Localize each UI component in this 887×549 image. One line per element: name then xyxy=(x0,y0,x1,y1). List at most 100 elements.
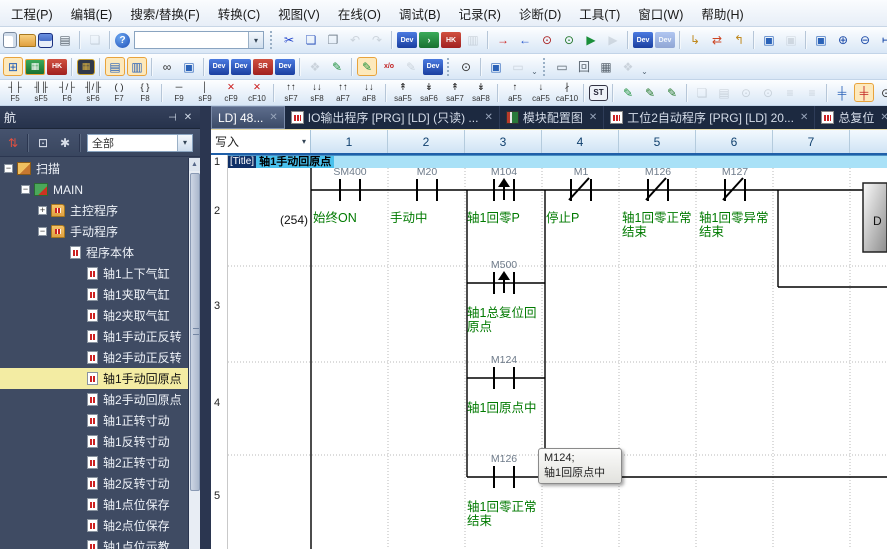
settings-gear-icon[interactable]: ✱ xyxy=(55,133,75,152)
edit-coil-icon[interactable]: ✎ xyxy=(662,83,682,102)
ladder-symbol-F9-button[interactable]: ─F9 xyxy=(166,81,192,104)
ladder-contact-SM400[interactable]: SM400 xyxy=(333,166,366,201)
tree-expander-icon[interactable]: + xyxy=(38,206,47,215)
monitor-watch-stop-icon[interactable]: ⊙ xyxy=(559,31,579,50)
ladder-block-icon[interactable]: ❏ xyxy=(692,83,712,102)
print-icon[interactable]: ▤ xyxy=(55,31,75,50)
tree-filter-combo[interactable]: 全部▾ xyxy=(87,134,193,152)
project-revision-icon[interactable]: ❏ xyxy=(85,31,105,50)
tree-expander-icon[interactable]: − xyxy=(21,185,30,194)
menu-item[interactable]: 诊断(D) xyxy=(510,0,570,27)
delete-row-icon[interactable]: ≡ xyxy=(802,83,822,102)
statement-back-icon[interactable]: ↰ xyxy=(729,31,749,50)
toolbox-user-icon[interactable]: ❖ xyxy=(618,57,638,76)
copy-icon[interactable]: ❏ xyxy=(301,31,321,50)
tree-item[interactable]: + 主控程序 xyxy=(0,200,188,221)
ladder-contact-M126[interactable]: M126 xyxy=(645,166,671,201)
redo-icon[interactable]: ↷ xyxy=(367,31,387,50)
ladder-symbol-aF8-button[interactable]: ↓↓aF8 xyxy=(356,81,382,104)
sort-filter-icon[interactable]: ⇅ xyxy=(3,133,23,152)
toolbox-grid-icon[interactable]: ▦ xyxy=(596,57,616,76)
monitor-mode-icon[interactable]: ▶ xyxy=(581,31,601,50)
ladder-symbol-cF9-button[interactable]: ✕cF9 xyxy=(218,81,244,104)
tree-item[interactable]: 程序本体 xyxy=(0,242,188,263)
tree-item[interactable]: 轴1上下气缸 xyxy=(0,263,188,284)
menu-item[interactable]: 工程(P) xyxy=(2,0,62,27)
ladder-symbol-sF6-button[interactable]: ╢/╟sF6 xyxy=(80,81,106,104)
view-statement-icon[interactable]: ▥ xyxy=(127,57,147,76)
tab-close-icon[interactable]: ✕ xyxy=(880,112,887,123)
tree-item[interactable]: 轴1手动回原点 xyxy=(0,368,188,389)
device-skip-icon[interactable]: Dev xyxy=(423,59,443,75)
menu-item[interactable]: 工具(T) xyxy=(570,0,629,27)
find-replace-window-icon[interactable]: ▣ xyxy=(179,57,199,76)
rung-title-row[interactable]: [Title] 轴1手动回原点 xyxy=(228,155,887,168)
ladder-symbol-cF10-button[interactable]: ✕cF10 xyxy=(244,81,270,104)
open-project-icon[interactable] xyxy=(19,34,36,47)
tree-item[interactable]: 轴2反转寸动 xyxy=(0,473,188,494)
tab-close-icon[interactable]: ✕ xyxy=(589,112,597,123)
ladder-symbol-sF7-button[interactable]: ↑↑sF7 xyxy=(278,81,304,104)
ladder-symbol-caF5-button[interactable]: ↓caF5 xyxy=(528,81,554,104)
menu-item[interactable]: 调试(B) xyxy=(390,0,450,27)
edit-ladder-icon[interactable]: ✎ xyxy=(618,83,638,102)
chevron-down-icon[interactable]: ▾ xyxy=(248,32,263,48)
undo-icon[interactable]: ↶ xyxy=(345,31,365,50)
device-display-icon[interactable]: Dev xyxy=(209,59,229,75)
close-screen-icon[interactable]: ▣ xyxy=(781,31,801,50)
monitor-watch-icon[interactable]: ⊙ xyxy=(537,31,557,50)
ladder-symbol-F7-button[interactable]: ( )F7 xyxy=(106,81,132,104)
sampling-trace-icon[interactable]: ⇄ xyxy=(707,31,727,50)
edit-contact-icon[interactable]: ✎ xyxy=(640,83,660,102)
toolbar-handle[interactable] xyxy=(447,58,452,76)
tab-close-icon[interactable]: ✕ xyxy=(800,112,808,123)
menu-item[interactable]: 帮助(H) xyxy=(692,0,752,27)
ladder-symbol-caF10-button[interactable]: ∤caF10 xyxy=(554,81,580,104)
connection-destination-icon[interactable]: HK xyxy=(47,59,67,75)
close-icon[interactable]: ✕ xyxy=(180,109,196,125)
menu-item[interactable]: 在线(O) xyxy=(329,0,390,27)
watch-edit-icon[interactable]: ✎ xyxy=(401,57,421,76)
new-project-icon[interactable] xyxy=(3,32,17,48)
tree-item[interactable]: − 手动程序 xyxy=(0,221,188,242)
tree-item[interactable]: 轴2夹取气缸 xyxy=(0,305,188,326)
chevron-down-icon[interactable]: ▾ xyxy=(177,135,192,151)
tree-item[interactable]: 轴1点位保存 xyxy=(0,494,188,515)
menu-item[interactable]: 窗口(W) xyxy=(629,0,692,27)
insert-row-icon[interactable]: ≡ xyxy=(780,83,800,102)
verify-with-plc-icon[interactable]: HK xyxy=(441,32,461,48)
document-tab[interactable]: 工位2自动程序 [PRG] [LD] 20... ✕ xyxy=(604,106,815,129)
tree-item[interactable]: 轴2手动回原点 xyxy=(0,389,188,410)
ladder-contact-M20[interactable]: M20 xyxy=(417,166,438,201)
ladder-symbol-sF9-button[interactable]: │sF9 xyxy=(192,81,218,104)
device-comment-icon[interactable]: Dev xyxy=(231,59,251,75)
menu-item[interactable]: 记录(R) xyxy=(450,0,510,27)
zoom-in-icon[interactable]: ⊕ xyxy=(833,31,853,50)
ladder-contact-M124[interactable]: M124 xyxy=(491,354,517,389)
document-tab[interactable]: LD] 48... ✕ xyxy=(211,106,285,129)
tree-item[interactable]: 轴1正转寸动 xyxy=(0,410,188,431)
pin-icon[interactable]: ⊤ xyxy=(164,109,180,125)
tab-close-icon[interactable]: ✕ xyxy=(269,112,277,123)
ladder-symbol-F8-button[interactable]: { }F8 xyxy=(132,81,158,104)
menu-item[interactable]: 编辑(E) xyxy=(62,0,122,27)
ladder-contact-M126[interactable]: M126 xyxy=(491,453,517,488)
ladder-mode-select[interactable]: 写入 ▾ xyxy=(211,130,311,153)
open-screen-icon[interactable]: ▣ xyxy=(759,31,779,50)
find-device-icon[interactable]: ⊙ xyxy=(876,83,887,102)
ladder-symbol-sF8-button[interactable]: ↓↓sF8 xyxy=(304,81,330,104)
tree-item[interactable]: 轴2手动正反转 xyxy=(0,347,188,368)
ladder-symbol-aF5-button[interactable]: ↑aF5 xyxy=(502,81,528,104)
ladder-symbol-sF5-button[interactable]: ╢╟sF5 xyxy=(28,81,54,104)
ladder-symbol-saF6-button[interactable]: ↡saF6 xyxy=(416,81,442,104)
zoom-out-icon[interactable]: ⊖ xyxy=(855,31,875,50)
ladder-symbol-saF7-button[interactable]: ↟saF7 xyxy=(442,81,468,104)
document-tab[interactable]: IO输出程序 [PRG] [LD] (只读) ... ✕ xyxy=(285,106,500,129)
statement-jump-icon[interactable]: ↳ xyxy=(685,31,705,50)
save-project-icon[interactable] xyxy=(38,33,53,48)
toolbar-handle[interactable] xyxy=(270,31,275,49)
expand-collapse-icon[interactable]: ⊡ xyxy=(33,133,53,152)
ladder-contact-M1[interactable]: M1 xyxy=(569,166,591,201)
device-find-icon[interactable]: ⊙ xyxy=(456,57,476,76)
view-comment-icon[interactable]: ▤ xyxy=(105,57,125,76)
